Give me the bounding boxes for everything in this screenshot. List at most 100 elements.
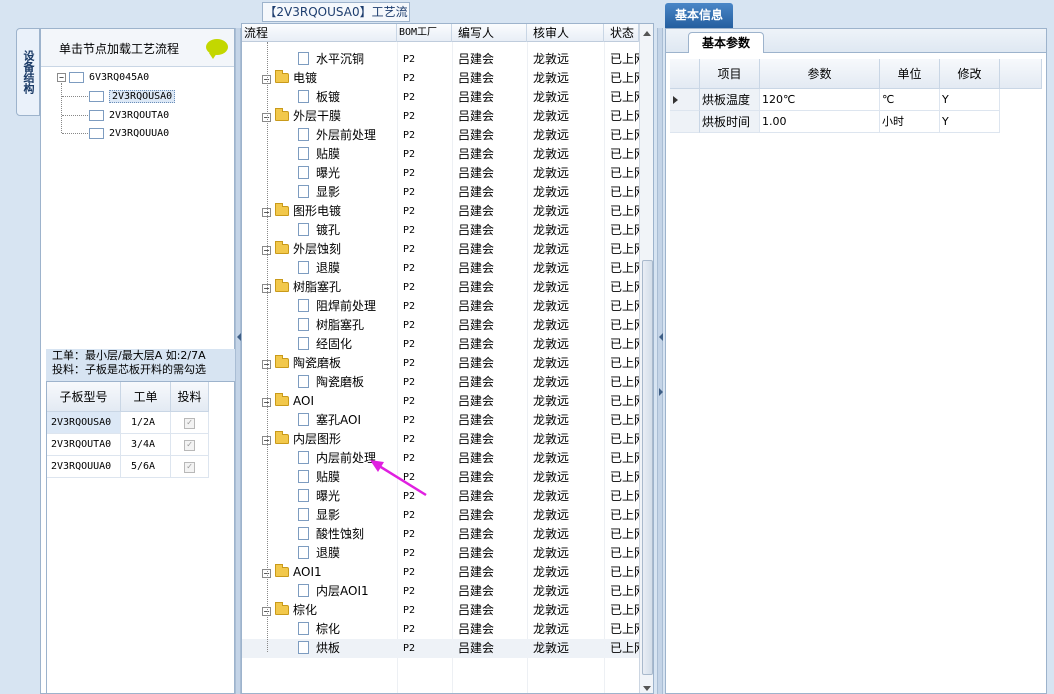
process-name: 棕化 bbox=[316, 622, 341, 636]
feed-checkbox[interactable]: ✓ bbox=[184, 462, 195, 473]
col-header-flow[interactable]: 流程 bbox=[242, 24, 397, 42]
process-step-row[interactable]: 曝光 P2 吕建会 龙敦远 已上网 bbox=[242, 487, 646, 506]
process-name-cell: 显影 bbox=[298, 183, 340, 202]
param-modify[interactable]: Y bbox=[940, 111, 1000, 133]
col-header-unit[interactable]: 单位 bbox=[880, 59, 940, 89]
document-icon bbox=[298, 166, 309, 179]
bom-cell: P2 bbox=[403, 434, 416, 445]
process-step-row[interactable]: 外层前处理 P2 吕建会 龙敦远 已上网 bbox=[242, 126, 646, 145]
tree-root-label: 6V3RQ045A0 bbox=[89, 72, 150, 83]
col-header-writer[interactable]: 编写人 bbox=[452, 24, 527, 42]
col-header-model[interactable]: 子板型号 bbox=[47, 382, 121, 412]
param-item[interactable]: 烘板温度 bbox=[700, 89, 760, 111]
tree-node-2v3rqousa0[interactable]: 2V3RQOUSA0 bbox=[89, 88, 176, 105]
reviewer-cell: 龙敦远 bbox=[533, 489, 570, 503]
row-header[interactable] bbox=[670, 111, 700, 133]
scroll-up-icon[interactable] bbox=[643, 31, 651, 36]
scroll-thumb[interactable] bbox=[642, 260, 653, 675]
process-group-row[interactable]: − 棕化 P2 吕建会 龙敦远 已上网 bbox=[242, 601, 646, 620]
process-step-row[interactable]: 酸性蚀刻 P2 吕建会 龙敦远 已上网 bbox=[242, 525, 646, 544]
process-step-row[interactable]: 经固化 P2 吕建会 龙敦远 已上网 bbox=[242, 335, 646, 354]
process-flow-tab[interactable]: 【2V3RQOUSA0】工艺流程 bbox=[262, 2, 410, 37]
feed-checkbox[interactable]: ✓ bbox=[184, 440, 195, 451]
process-step-row[interactable]: 退膜 P2 吕建会 龙敦远 已上网 bbox=[242, 544, 646, 563]
process-step-row[interactable]: 显影 P2 吕建会 龙敦远 已上网 bbox=[242, 506, 646, 525]
col-header-modify[interactable]: 修改 bbox=[940, 59, 1000, 89]
param-modify[interactable]: Y bbox=[940, 89, 1000, 111]
scroll-down-icon[interactable] bbox=[643, 686, 651, 691]
process-name-cell: − 内层图形 bbox=[262, 430, 341, 449]
tree-connector bbox=[61, 83, 62, 133]
process-group-row[interactable]: − 内层图形 P2 吕建会 龙敦远 已上网 bbox=[242, 430, 646, 449]
param-value[interactable]: 1.00 bbox=[760, 111, 880, 133]
col-header-order[interactable]: 工单 bbox=[121, 382, 171, 412]
process-group-row[interactable]: − AOI P2 吕建会 龙敦远 已上网 bbox=[242, 392, 646, 411]
process-step-row[interactable]: 陶瓷磨板 P2 吕建会 龙敦远 已上网 bbox=[242, 373, 646, 392]
sub-row-feed[interactable]: ✓ bbox=[171, 434, 209, 456]
bom-cell: P2 bbox=[403, 301, 416, 312]
process-group-row[interactable]: − 外层干膜 P2 吕建会 龙敦远 已上网 bbox=[242, 107, 646, 126]
process-group-row[interactable]: − 外层蚀刻 P2 吕建会 龙敦远 已上网 bbox=[242, 240, 646, 259]
sub-row-model[interactable]: 2V3RQOUSA0 bbox=[47, 412, 121, 434]
tree-node-2v3rqouta0[interactable]: 2V3RQOUTA0 bbox=[89, 107, 169, 124]
param-unit[interactable]: 小时 bbox=[880, 111, 940, 133]
process-step-row[interactable]: 水平沉铜 P2 吕建会 龙敦远 已上网 bbox=[242, 50, 646, 69]
process-step-row[interactable]: 退膜 P2 吕建会 龙敦远 已上网 bbox=[242, 259, 646, 278]
process-step-row[interactable]: 树脂塞孔 P2 吕建会 龙敦远 已上网 bbox=[242, 316, 646, 335]
expand-right-icon[interactable] bbox=[659, 388, 663, 396]
sub-row-feed[interactable]: ✓ bbox=[171, 412, 209, 434]
sub-row-model[interactable]: 2V3RQOUTA0 bbox=[47, 434, 121, 456]
basic-info-tab[interactable]: 基本信息 bbox=[665, 3, 733, 28]
param-unit[interactable]: ℃ bbox=[880, 89, 940, 111]
process-group-row[interactable]: − 陶瓷磨板 P2 吕建会 龙敦远 已上网 bbox=[242, 354, 646, 373]
param-value[interactable]: 120℃ bbox=[760, 89, 880, 111]
sub-row-order[interactable]: 1/2A bbox=[121, 412, 171, 434]
current-row-indicator[interactable] bbox=[670, 89, 700, 111]
sub-row-order[interactable]: 3/4A bbox=[121, 434, 171, 456]
tree-root-node[interactable]: − 6V3RQ045A0 bbox=[57, 69, 149, 86]
reviewer-cell: 龙敦远 bbox=[533, 299, 570, 313]
sub-row-model[interactable]: 2V3RQOUUA0 bbox=[47, 456, 121, 478]
process-step-row[interactable]: 内层AOI1 P2 吕建会 龙敦远 已上网 bbox=[242, 582, 646, 601]
tab-device-structure[interactable]: 设备结构 bbox=[16, 28, 40, 116]
process-step-row[interactable]: 塞孔AOI P2 吕建会 龙敦远 已上网 bbox=[242, 411, 646, 430]
process-name-cell: − 树脂塞孔 bbox=[262, 278, 341, 297]
sub-row-feed[interactable]: ✓ bbox=[171, 456, 209, 478]
collapse-middle-icon[interactable] bbox=[659, 333, 663, 341]
col-header-feed[interactable]: 投料 bbox=[171, 382, 209, 412]
process-group-row[interactable]: − AOI1 P2 吕建会 龙敦远 已上网 bbox=[242, 563, 646, 582]
tab-basic-params[interactable]: 基本参数 bbox=[688, 32, 764, 53]
bom-cell: P2 bbox=[403, 605, 416, 616]
param-item[interactable]: 烘板时间 bbox=[700, 111, 760, 133]
document-icon bbox=[298, 641, 309, 654]
col-header-param[interactable]: 参数 bbox=[760, 59, 880, 89]
process-group-row[interactable]: − 图形电镀 P2 吕建会 龙敦远 已上网 bbox=[242, 202, 646, 221]
collapse-icon[interactable]: − bbox=[57, 72, 66, 82]
process-step-row[interactable]: 烘板 P2 吕建会 龙敦远 已上网 bbox=[242, 639, 646, 658]
process-step-row[interactable]: 贴膜 P2 吕建会 龙敦远 已上网 bbox=[242, 468, 646, 487]
process-name-cell: − 图形电镀 bbox=[262, 202, 341, 221]
feed-checkbox[interactable]: ✓ bbox=[184, 418, 195, 429]
process-step-row[interactable]: 棕化 P2 吕建会 龙敦远 已上网 bbox=[242, 620, 646, 639]
tree-node-2v3rqouua0[interactable]: 2V3RQOUUA0 bbox=[89, 125, 169, 142]
sub-row-order[interactable]: 5/6A bbox=[121, 456, 171, 478]
col-header-status[interactable]: 状态 bbox=[604, 24, 639, 42]
process-name-cell: 内层AOI1 bbox=[298, 582, 369, 601]
process-step-row[interactable]: 阻焊前处理 P2 吕建会 龙敦远 已上网 bbox=[242, 297, 646, 316]
process-group-row[interactable]: − 树脂塞孔 P2 吕建会 龙敦远 已上网 bbox=[242, 278, 646, 297]
process-step-row[interactable]: 贴膜 P2 吕建会 龙敦远 已上网 bbox=[242, 145, 646, 164]
col-header-reviewer[interactable]: 核审人 bbox=[527, 24, 604, 42]
process-step-row[interactable]: 显影 P2 吕建会 龙敦远 已上网 bbox=[242, 183, 646, 202]
process-group-row[interactable]: − 电镀 P2 吕建会 龙敦远 已上网 bbox=[242, 69, 646, 88]
col-header-bom[interactable]: BOM工厂 bbox=[397, 24, 452, 42]
process-step-row[interactable]: 板镀 P2 吕建会 龙敦远 已上网 bbox=[242, 88, 646, 107]
process-step-row[interactable]: 曝光 P2 吕建会 龙敦远 已上网 bbox=[242, 164, 646, 183]
process-scrollbar[interactable] bbox=[639, 24, 653, 693]
right-splitter[interactable] bbox=[657, 28, 663, 694]
bom-cell: P2 bbox=[403, 149, 416, 160]
writer-cell: 吕建会 bbox=[458, 375, 495, 389]
col-header-item[interactable]: 项目 bbox=[700, 59, 760, 89]
process-step-row[interactable]: 镀孔 P2 吕建会 龙敦远 已上网 bbox=[242, 221, 646, 240]
bom-cell: P2 bbox=[403, 624, 416, 635]
process-step-row[interactable]: 内层前处理 P2 吕建会 龙敦远 已上网 bbox=[242, 449, 646, 468]
